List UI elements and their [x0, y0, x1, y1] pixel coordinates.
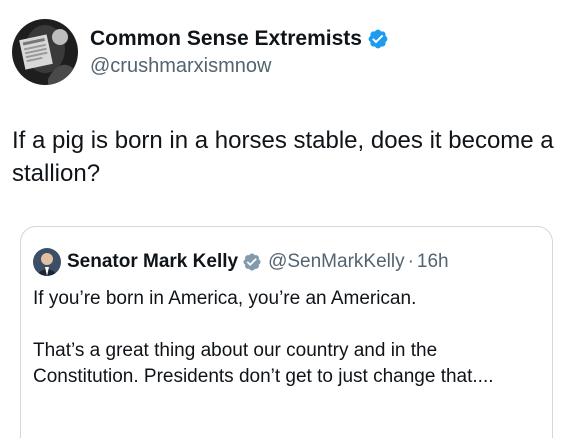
quoted-avatar-image: [33, 248, 61, 276]
quoted-display-name[interactable]: Senator Mark Kelly: [67, 250, 238, 274]
verified-badge-icon[interactable]: [367, 28, 389, 50]
quoted-paragraph-2: That’s a great thing about our country a…: [33, 340, 494, 387]
post-text: If a pig is born in a horses stable, doe…: [12, 127, 554, 187]
quoted-timestamp[interactable]: 16h: [417, 250, 449, 274]
government-verified-badge-icon[interactable]: [242, 252, 262, 272]
avatar-image: [12, 19, 78, 85]
post: Common Sense Extremists @crushmarxismnow…: [0, 0, 568, 438]
quoted-post-text: If you’re born in America, you’re an Ame…: [33, 286, 538, 390]
quoted-avatar[interactable]: [33, 248, 61, 276]
post-header: Common Sense Extremists @crushmarxismnow: [12, 19, 389, 85]
author-display-name[interactable]: Common Sense Extremists: [90, 26, 362, 52]
author-names: Common Sense Extremists @crushmarxismnow: [90, 26, 389, 79]
avatar[interactable]: [12, 19, 78, 85]
author-handle[interactable]: @crushmarxismnow: [90, 53, 389, 79]
quoted-handle[interactable]: @SenMarkKelly: [268, 250, 405, 274]
author-name-row: Common Sense Extremists: [90, 26, 389, 52]
quoted-post[interactable]: Senator Mark Kelly @SenMarkKelly · 16h I…: [20, 226, 553, 438]
separator-dot: ·: [407, 251, 414, 272]
quoted-post-header: Senator Mark Kelly @SenMarkKelly · 16h: [33, 248, 449, 276]
quoted-paragraph-1: If you’re born in America, you’re an Ame…: [33, 288, 417, 309]
